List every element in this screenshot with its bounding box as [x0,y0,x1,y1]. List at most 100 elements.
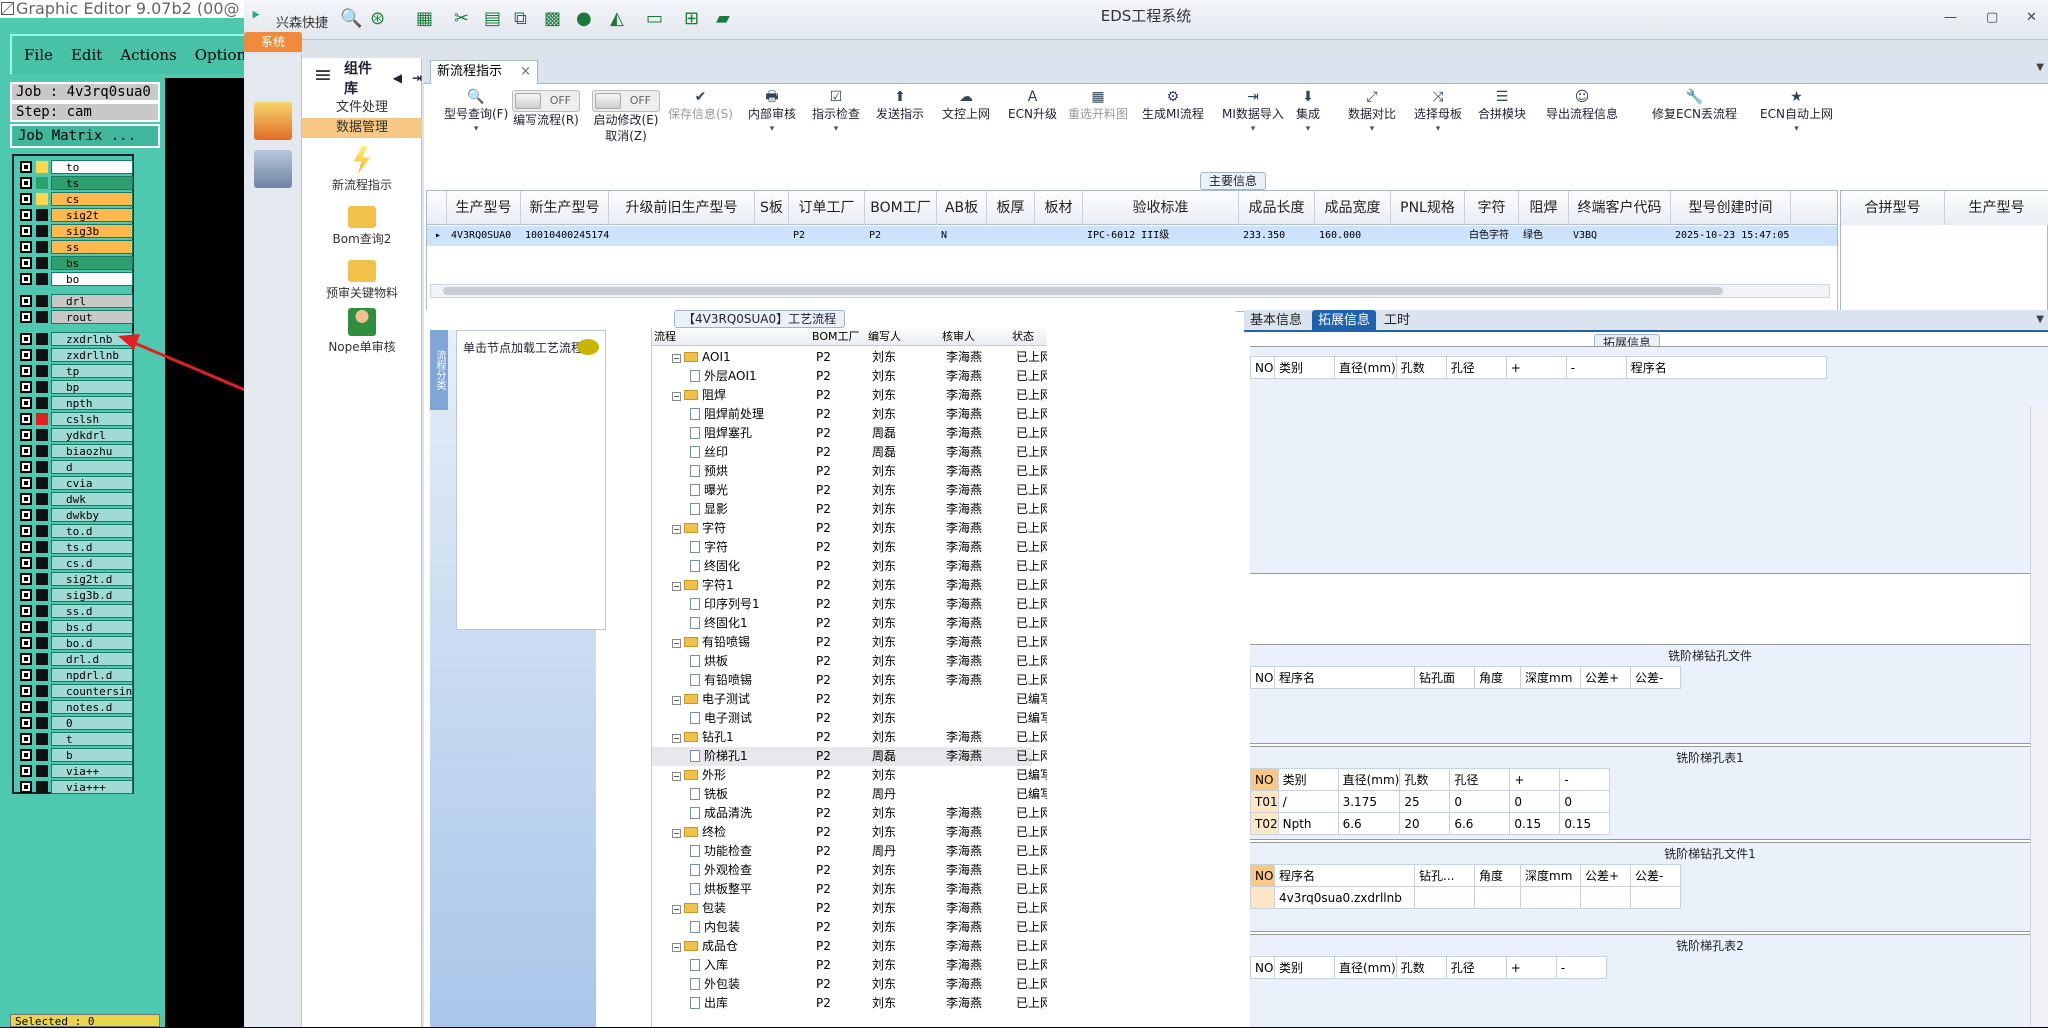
column-header[interactable]: 公差- [1630,864,1681,887]
column-header[interactable]: 订单工厂 [789,191,865,225]
tree-node[interactable]: 印序列号1 [690,595,830,614]
tree-folder-row[interactable]: − 电子测试 P2 刘东 已编写 [652,690,1047,709]
layer-name[interactable]: tp [51,364,133,378]
layer-checkbox[interactable] [20,193,32,205]
tree-item-row[interactable]: 外观检查 P2 刘东 李海燕 已上网 [652,861,1047,880]
column-header[interactable]: 孔径 [1445,956,1507,979]
layer-name[interactable]: countersink [51,684,133,698]
tree-item-row[interactable]: 入库 P2 刘东 李海燕 已上网 [652,956,1047,975]
dropdown-arrow-icon[interactable]: ▾ [748,122,796,136]
column-header[interactable]: 公差+ [1580,864,1631,887]
bom-query-button[interactable]: Bom查询2 [302,200,422,247]
horizontal-scrollbar[interactable] [430,284,1830,298]
toolbar-button[interactable]: ⬆ 发送指示 [876,88,924,170]
toolbar-button[interactable]: ⤨ 选择母板 ▾ [1414,88,1462,170]
layer-name[interactable]: notes.d [51,700,133,714]
chart-icon[interactable]: ◭ [610,8,624,29]
layer-name[interactable]: d [51,460,133,474]
column-header[interactable]: BOM工厂 [865,191,937,225]
column-header[interactable]: 字符 [1465,191,1519,225]
tree-item-row[interactable]: 烘板整平 P2 刘东 李海燕 已上网 [652,880,1047,899]
layer-row[interactable]: drl [16,294,133,308]
tree-node[interactable]: − 阻焊 [672,386,812,405]
layer-name[interactable]: sig2t [51,208,133,222]
layer-name[interactable]: sig3b.d [51,588,133,602]
column-header[interactable]: 钻孔面 [1414,666,1475,689]
layer-row[interactable]: notes.d [16,700,133,714]
layer-checkbox[interactable] [20,573,32,585]
layer-checkbox[interactable] [20,493,32,505]
column-header[interactable]: S板 [755,191,789,225]
comp-data-management[interactable]: 数据管理 [302,118,422,138]
column-header[interactable]: - [1559,768,1611,791]
layer-checkbox[interactable] [20,525,32,537]
chevron-down-icon[interactable]: ▼ [2036,62,2044,73]
layer-row[interactable]: bs [16,256,133,270]
tree-item-row[interactable]: 烘板 P2 刘东 李海燕 已上网 [652,652,1047,671]
column-header[interactable]: 孔数 [1399,768,1451,791]
layer-name[interactable]: to.d [51,524,133,538]
column-header[interactable]: 深度mm [1520,666,1581,689]
toolbar-button[interactable]: ⇥ MI数据导入 ▾ [1222,88,1284,170]
collapse-icon[interactable]: − [672,829,681,838]
layer-name[interactable]: ts [51,176,133,190]
column-header[interactable]: PNL规格 [1391,191,1465,225]
nope-review-button[interactable]: Nope单审核 [302,308,422,355]
windows-icon[interactable]: ⊞ [684,8,699,29]
layer-checkbox[interactable] [20,701,32,713]
layer-row[interactable]: dwkby [16,508,133,522]
toolbar-button[interactable]: 🔧 修复ECN丢流程 [1652,88,1737,170]
layer-checkbox[interactable] [20,445,32,457]
layer-name[interactable]: bp [51,380,133,394]
layer-row[interactable]: cs [16,192,133,206]
layer-row[interactable]: bp [16,380,133,394]
layer-row[interactable]: to [16,160,133,174]
dropdown-arrow-icon[interactable]: ▾ [1414,122,1462,136]
tree-folder-row[interactable]: − 终检 P2 刘东 李海燕 已上网 [652,823,1047,842]
toolbar-button[interactable]: OFF 启动修改(E) 取消(Z) [592,88,660,170]
tree-item-row[interactable]: 功能检查 P2 周丹 李海燕 已上网 [652,842,1047,861]
layer-checkbox[interactable] [20,717,32,729]
toolbar-label-2[interactable]: 取消(Z) [592,128,660,144]
column-header[interactable]: 程序名 [1625,356,1827,379]
layer-row[interactable]: bo [16,272,133,286]
layer-row[interactable]: ydkdrl [16,428,133,442]
tree-folder-row[interactable]: − 成品仓 P2 刘东 李海燕 已上网 [652,937,1047,956]
dropdown-arrow-icon[interactable]: ▾ [812,122,860,136]
collapse-icon[interactable]: − [672,905,681,914]
tree-node[interactable]: 阻焊塞孔 [690,424,830,443]
dropdown-arrow-icon[interactable]: ▾ [1222,122,1284,136]
layer-name[interactable]: dwkby [51,508,133,522]
scissors-icon[interactable]: ✂ [454,8,469,29]
grid-icon[interactable]: ▩ [544,8,561,29]
tree-item-row[interactable]: 显影 P2 刘东 李海燕 已上网 [652,500,1047,519]
tree-node[interactable]: 入库 [690,956,830,975]
layer-row[interactable]: ss.d [16,604,133,618]
layer-row[interactable]: cslsh [16,412,133,426]
column-header[interactable]: 角度 [1474,666,1521,689]
tree-node[interactable]: 有铅喷锡 [690,671,830,690]
pre-review-button[interactable]: 预审关键物料 [302,254,422,301]
tree-node[interactable]: 显影 [690,500,830,519]
layer-row[interactable]: zxdrlnb [16,332,133,346]
column-header[interactable]: - [1555,956,1607,979]
dropdown-arrow-icon[interactable]: ▾ [1760,122,1833,136]
column-header[interactable]: + [1505,356,1567,379]
layer-row[interactable]: drl.d [16,652,133,666]
layer-row[interactable]: rout [16,310,133,324]
tree-node[interactable]: 终固化1 [690,614,830,633]
tree-item-row[interactable]: 阻焊塞孔 P2 周磊 李海燕 已上网 [652,424,1047,443]
column-header[interactable]: 板厚 [987,191,1035,225]
layer-name[interactable]: ss [51,240,133,254]
layer-name[interactable]: via++ [51,764,133,778]
layer-checkbox[interactable] [20,669,32,681]
new-flow-button[interactable]: 新流程指示 [302,146,422,193]
layer-row[interactable]: ss [16,240,133,254]
layer-checkbox[interactable] [20,781,32,793]
column-header[interactable]: 孔数 [1395,956,1447,979]
layer-checkbox[interactable] [20,381,32,393]
tree-column-header[interactable]: 核审人 [942,328,1012,346]
chevron-left-icon[interactable]: ◀ [393,71,402,85]
collapse-icon[interactable]: − [672,772,681,781]
scroll-thumb[interactable] [443,287,1723,295]
